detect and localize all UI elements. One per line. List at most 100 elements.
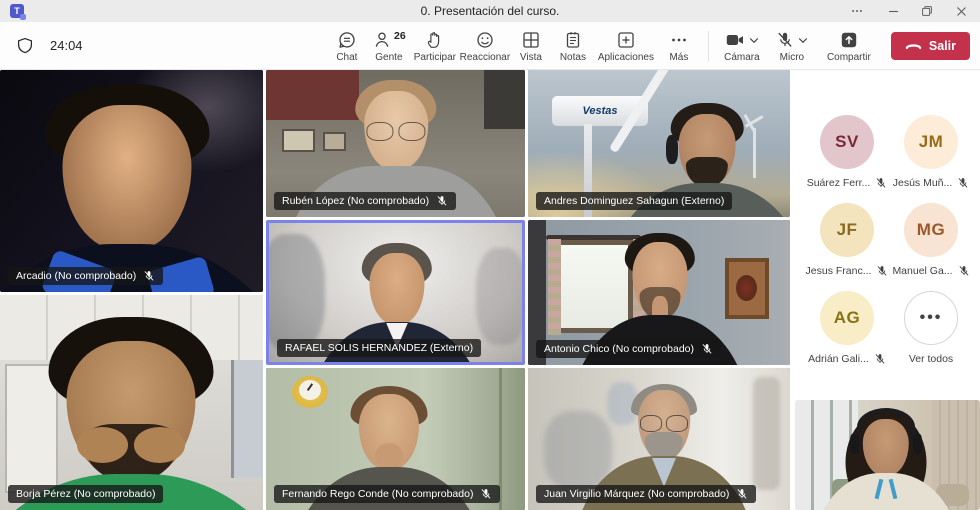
camera-icon: [725, 30, 745, 50]
hang-up-icon: [905, 41, 922, 50]
view-grid-icon: [521, 30, 541, 50]
participant-name-label: Fernando Rego Conde (No comprobado): [274, 485, 500, 503]
avatar-label: Manuel Ga...: [892, 265, 952, 277]
chat-icon: [337, 30, 357, 50]
avatar-initials: JF: [820, 203, 874, 257]
more-dots-icon: •••: [904, 291, 958, 345]
people-count-badge: 26: [394, 30, 406, 42]
raise-hand-icon: [425, 30, 445, 50]
avatar-label: Jesús Muñ...: [893, 177, 953, 189]
chat-label: Chat: [336, 52, 357, 63]
avatar-manuel[interactable]: MG Manuel Ga...: [889, 203, 973, 277]
see-all-label: Ver todos: [909, 353, 953, 365]
camera-button[interactable]: Cámara: [717, 28, 767, 63]
mic-label: Micro: [780, 52, 804, 63]
mic-button[interactable]: Micro: [767, 28, 817, 63]
people-icon: [372, 30, 392, 50]
participant-video: [0, 295, 263, 510]
notes-button[interactable]: Notas: [552, 28, 594, 63]
self-view-tile[interactable]: [795, 400, 980, 510]
notes-label: Notas: [560, 52, 586, 63]
mic-off-icon: [436, 195, 448, 207]
mic-off-icon: [958, 265, 970, 277]
leave-button[interactable]: Salir: [891, 32, 970, 60]
avatar-jesus-f[interactable]: JF Jesus Franc...: [805, 203, 889, 277]
window-restore-button[interactable]: [912, 0, 942, 22]
mic-off-icon: [143, 270, 155, 282]
more-label: Más: [669, 52, 688, 63]
apps-plus-icon: [616, 30, 636, 50]
window-minimize-button[interactable]: [878, 0, 908, 22]
video-tile-arcadio[interactable]: Arcadio (No comprobado): [0, 70, 263, 292]
video-tile-juan[interactable]: Juan Virgilio Márquez (No comprobado): [528, 368, 790, 510]
camera-label: Cámara: [724, 52, 760, 63]
video-tile-rafael[interactable]: RAFAEL SOLIS HERNANDEZ (Externo): [266, 220, 525, 365]
video-tile-andres[interactable]: Vestas Andres Dominguez Sahagun (Externo…: [528, 70, 790, 217]
mic-off-icon: [876, 265, 888, 277]
apps-button[interactable]: Aplicaciones: [594, 28, 658, 63]
avatar-adrian[interactable]: AG Adrián Gali...: [805, 291, 889, 365]
leave-label: Salir: [929, 39, 956, 53]
toolbar-divider: [708, 31, 709, 61]
avatar-label: Adrián Gali...: [808, 353, 869, 365]
mic-off-icon: [480, 488, 492, 500]
meeting-title: 0. Presentación del curso.: [421, 4, 560, 18]
teams-icon: T: [10, 4, 24, 18]
participant-name-label: Juan Virgilio Márquez (No comprobado): [536, 485, 756, 503]
avatar-label: Suárez Ferr...: [807, 177, 871, 189]
participant-video: [0, 70, 263, 292]
avatar-initials: JM: [904, 115, 958, 169]
video-tile-antonio[interactable]: Antonio Chico (No comprobado): [528, 220, 790, 365]
avatar-suarez[interactable]: SV Suárez Ferr...: [805, 115, 889, 189]
video-tile-borja[interactable]: Borja Pérez (No comprobado): [0, 295, 263, 510]
notes-icon: [563, 30, 583, 50]
more-dots-icon: [669, 30, 689, 50]
vestas-logo-text: Vestas: [582, 105, 617, 117]
video-tile-fernando[interactable]: Fernando Rego Conde (No comprobado): [266, 368, 525, 510]
avatar-initials: MG: [904, 203, 958, 257]
participant-name-label: Andres Dominguez Sahagun (Externo): [536, 192, 732, 210]
meeting-timer: 24:04: [50, 38, 83, 53]
mic-off-icon: [776, 31, 794, 49]
share-button[interactable]: Compartir: [817, 28, 881, 63]
mic-off-icon: [875, 177, 887, 189]
toolbar-actions: Chat 26 Gente Participar Reaccionar Vist…: [326, 28, 970, 63]
participant-name-label: RAFAEL SOLIS HERNANDEZ (Externo): [277, 339, 481, 357]
share-label: Compartir: [827, 52, 871, 63]
window-titlebar: T 0. Presentación del curso.: [0, 0, 980, 22]
mic-off-icon: [701, 343, 713, 355]
mic-off-icon: [736, 488, 748, 500]
raise-hand-button[interactable]: Participar: [410, 28, 460, 63]
react-label: Reaccionar: [460, 52, 511, 63]
meeting-toolbar: 24:04 Chat 26 Gente Participar Reacciona…: [0, 22, 980, 70]
video-grid: Arcadio (No comprobado) Borja Pérez (No …: [0, 70, 980, 510]
avatar-label: Jesus Franc...: [806, 265, 872, 277]
window-close-button[interactable]: [946, 0, 976, 22]
view-label: Vista: [520, 52, 542, 63]
participant-name-label: Antonio Chico (No comprobado): [536, 340, 721, 358]
security-shield-icon: [16, 37, 34, 55]
participant-name-label: Borja Pérez (No comprobado): [8, 485, 163, 503]
people-button[interactable]: 26 Gente: [368, 28, 410, 63]
participant-name-label: Arcadio (No comprobado): [8, 267, 163, 285]
avatar-jesus-m[interactable]: JM Jesús Muñ...: [889, 115, 973, 189]
video-tile-ruben[interactable]: Rubén López (No comprobado): [266, 70, 525, 217]
react-button[interactable]: Reaccionar: [460, 28, 510, 63]
participant-name-label: Rubén López (No comprobado): [274, 192, 456, 210]
people-label: Gente: [375, 52, 402, 63]
chevron-down-icon[interactable]: [798, 37, 808, 44]
chevron-down-icon[interactable]: [749, 37, 759, 44]
raise-hand-label: Participar: [414, 52, 456, 63]
mic-off-icon: [874, 353, 886, 365]
avatar-initials: SV: [820, 115, 874, 169]
view-button[interactable]: Vista: [510, 28, 552, 63]
share-icon: [839, 30, 859, 50]
see-all-button[interactable]: ••• Ver todos: [889, 291, 973, 365]
window-more-button[interactable]: [842, 0, 872, 22]
more-button[interactable]: Más: [658, 28, 700, 63]
self-video: [795, 400, 980, 510]
teams-meeting-window: T 0. Presentación del curso. 24:04 Chat …: [0, 0, 980, 510]
chat-button[interactable]: Chat: [326, 28, 368, 63]
react-smiley-icon: [475, 30, 495, 50]
apps-label: Aplicaciones: [598, 52, 654, 63]
